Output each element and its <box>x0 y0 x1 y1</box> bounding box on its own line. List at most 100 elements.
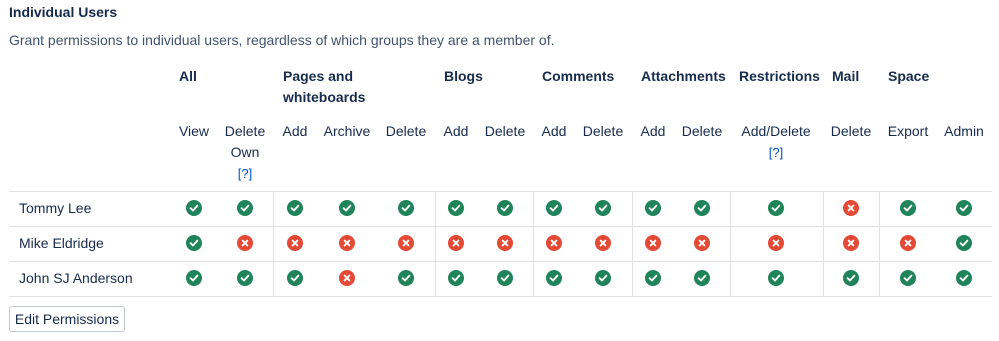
cross-circle-icon <box>448 235 464 251</box>
column-header: Admin <box>944 121 984 142</box>
column-header: Add <box>542 121 567 142</box>
check-circle-icon <box>694 270 710 286</box>
user-name: Mike Eldridge <box>19 235 104 251</box>
group-header-pages: Pages and whiteboards <box>283 68 366 105</box>
check-circle-icon <box>956 270 972 286</box>
user-name: John SJ Anderson <box>19 270 133 286</box>
column-header-label: Add <box>541 123 567 139</box>
column-header-label: Delete <box>484 123 526 139</box>
column-header: Add/Delete [?] <box>741 121 810 163</box>
check-circle-icon <box>694 200 710 216</box>
column-header-label: Delete <box>582 123 624 139</box>
column-header-label: Add <box>443 123 469 139</box>
help-link[interactable]: [?] <box>225 163 265 184</box>
cross-circle-icon <box>645 235 661 251</box>
check-circle-icon <box>595 200 611 216</box>
column-header-label: Delete <box>681 123 723 139</box>
edit-permissions-button[interactable]: Edit Permissions <box>9 306 125 332</box>
column-separator <box>730 191 731 296</box>
section-description: Grant permissions to individual users, r… <box>9 32 555 48</box>
group-header-space: Space <box>888 68 930 84</box>
column-header: Delete <box>682 121 722 142</box>
check-circle-icon <box>186 235 202 251</box>
user-name: Tommy Lee <box>19 200 92 216</box>
cross-circle-icon <box>339 270 355 286</box>
column-header-label: Add/Delete <box>741 123 811 139</box>
column-header: View <box>179 121 209 142</box>
table-divider <box>9 226 992 227</box>
check-circle-icon <box>339 200 355 216</box>
check-circle-icon <box>546 200 562 216</box>
cross-circle-icon <box>237 235 253 251</box>
column-separator <box>533 191 534 296</box>
column-header-label: View <box>178 123 210 139</box>
table-divider <box>9 296 992 297</box>
table-divider <box>9 261 992 262</box>
cross-circle-icon <box>546 235 562 251</box>
check-circle-icon <box>956 200 972 216</box>
column-header: Add <box>444 121 469 142</box>
check-circle-icon <box>768 200 784 216</box>
column-header: Delete <box>485 121 525 142</box>
column-separator <box>823 191 824 296</box>
column-header: Add <box>283 121 308 142</box>
column-header: Export <box>888 121 928 142</box>
cross-circle-icon <box>287 235 303 251</box>
help-link[interactable]: [?] <box>741 142 810 163</box>
check-circle-icon <box>768 270 784 286</box>
check-circle-icon <box>645 270 661 286</box>
check-circle-icon <box>956 235 972 251</box>
cross-circle-icon <box>595 235 611 251</box>
column-header-label: Add <box>640 123 666 139</box>
check-circle-icon <box>546 270 562 286</box>
cross-circle-icon <box>398 235 414 251</box>
column-header-label: Own <box>230 144 260 160</box>
cross-circle-icon <box>339 235 355 251</box>
column-header-label: Admin <box>944 123 984 139</box>
table-divider <box>9 191 992 192</box>
group-header-mail: Mail <box>832 68 860 84</box>
check-circle-icon <box>448 200 464 216</box>
check-circle-icon <box>398 270 414 286</box>
cross-circle-icon <box>497 235 513 251</box>
column-header-label: Archive <box>323 123 371 139</box>
check-circle-icon <box>595 270 611 286</box>
check-circle-icon <box>237 270 253 286</box>
cross-circle-icon <box>694 235 710 251</box>
group-header-all: All <box>179 68 197 84</box>
group-header-comments: Comments <box>542 68 615 84</box>
cross-circle-icon <box>843 235 859 251</box>
column-header: Archive <box>324 121 371 142</box>
check-circle-icon <box>497 270 513 286</box>
section-title: Individual Users <box>9 4 118 20</box>
check-circle-icon <box>448 270 464 286</box>
group-header-attachments: Attachments <box>641 68 726 84</box>
check-circle-icon <box>900 270 916 286</box>
check-circle-icon <box>497 200 513 216</box>
group-header-restrictions: Restrictions <box>739 68 820 84</box>
cross-circle-icon <box>843 200 859 216</box>
column-header-label: Delete <box>385 123 427 139</box>
group-header-blogs: Blogs <box>444 68 483 84</box>
column-header-label: Delete <box>224 123 266 139</box>
check-circle-icon <box>843 270 859 286</box>
column-header: Add <box>641 121 666 142</box>
column-separator <box>879 191 880 296</box>
check-circle-icon <box>645 200 661 216</box>
column-header: Delete <box>831 121 871 142</box>
check-circle-icon <box>237 200 253 216</box>
check-circle-icon <box>287 200 303 216</box>
cross-circle-icon <box>768 235 784 251</box>
check-circle-icon <box>398 200 414 216</box>
column-header: Delete <box>583 121 623 142</box>
cross-circle-icon <box>900 235 916 251</box>
check-circle-icon <box>900 200 916 216</box>
check-circle-icon <box>287 270 303 286</box>
column-header-label: Export <box>887 123 929 139</box>
column-separator <box>435 191 436 296</box>
column-header: Delete Own [?] <box>225 121 265 184</box>
column-separator <box>273 191 274 296</box>
check-circle-icon <box>186 200 202 216</box>
column-header-label: Delete <box>830 123 872 139</box>
column-header-label: Add <box>282 123 308 139</box>
